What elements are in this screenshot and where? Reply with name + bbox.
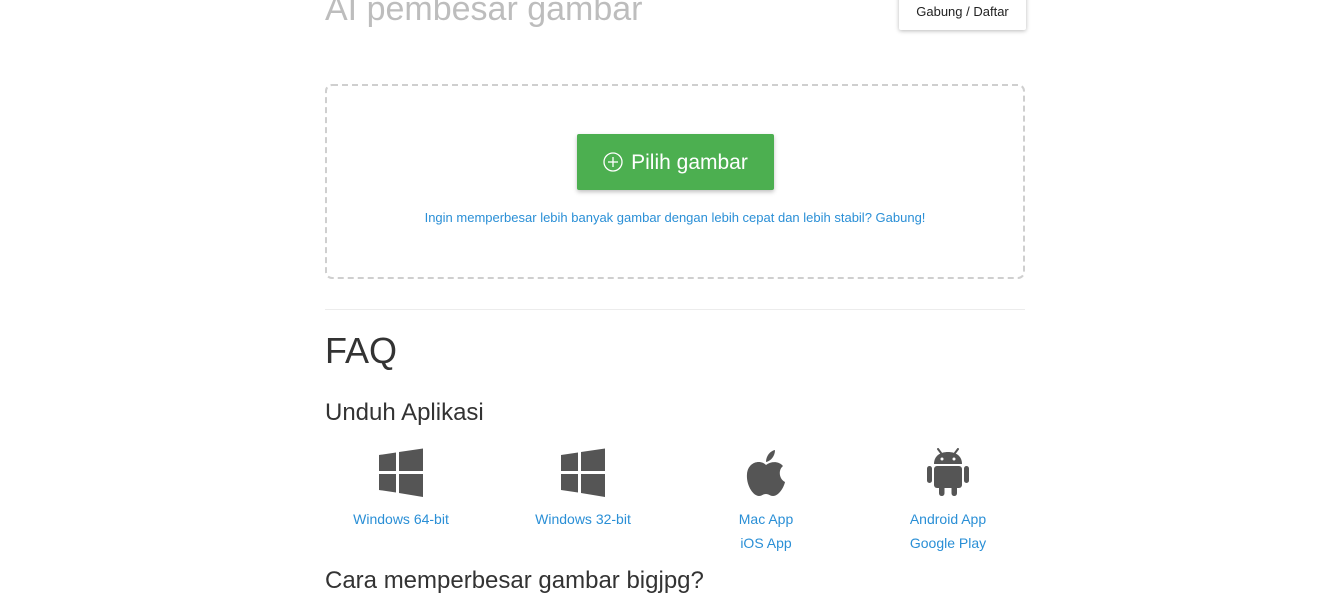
pick-image-label: Pilih gambar <box>631 150 748 174</box>
app-windows-32: Windows 32-bit <box>492 448 674 531</box>
windows-64-link[interactable]: Windows 64-bit <box>310 507 492 531</box>
app-apple: Mac App iOS App <box>675 448 857 555</box>
android-app-link[interactable]: Android App <box>857 507 1039 531</box>
windows-icon <box>558 448 608 498</box>
android-icon <box>923 448 973 498</box>
app-windows-64: Windows 64-bit <box>310 448 492 531</box>
faq-title: FAQ <box>325 330 398 371</box>
download-apps-heading: Unduh Aplikasi <box>325 399 484 426</box>
ios-app-link[interactable]: iOS App <box>675 531 857 555</box>
upload-dropzone[interactable]: Pilih gambar Ingin memperbesar lebih ban… <box>325 84 1025 279</box>
page-title: AI pembesar gambar <box>325 0 643 28</box>
windows-icon <box>376 448 426 498</box>
section-divider <box>325 309 1025 310</box>
join-promo-link[interactable]: Ingin memperbesar lebih banyak gambar de… <box>327 210 1023 225</box>
add-circle-icon <box>603 152 623 172</box>
login-register-button[interactable]: Gabung / Daftar <box>899 0 1026 30</box>
windows-32-link[interactable]: Windows 32-bit <box>492 507 674 531</box>
mac-app-link[interactable]: Mac App <box>675 507 857 531</box>
howto-heading: Cara memperbesar gambar bigjpg? <box>325 567 704 594</box>
pick-image-button[interactable]: Pilih gambar <box>577 134 774 190</box>
app-android: Android App Google Play <box>857 448 1039 555</box>
google-play-link[interactable]: Google Play <box>857 531 1039 555</box>
apple-icon <box>741 448 791 498</box>
